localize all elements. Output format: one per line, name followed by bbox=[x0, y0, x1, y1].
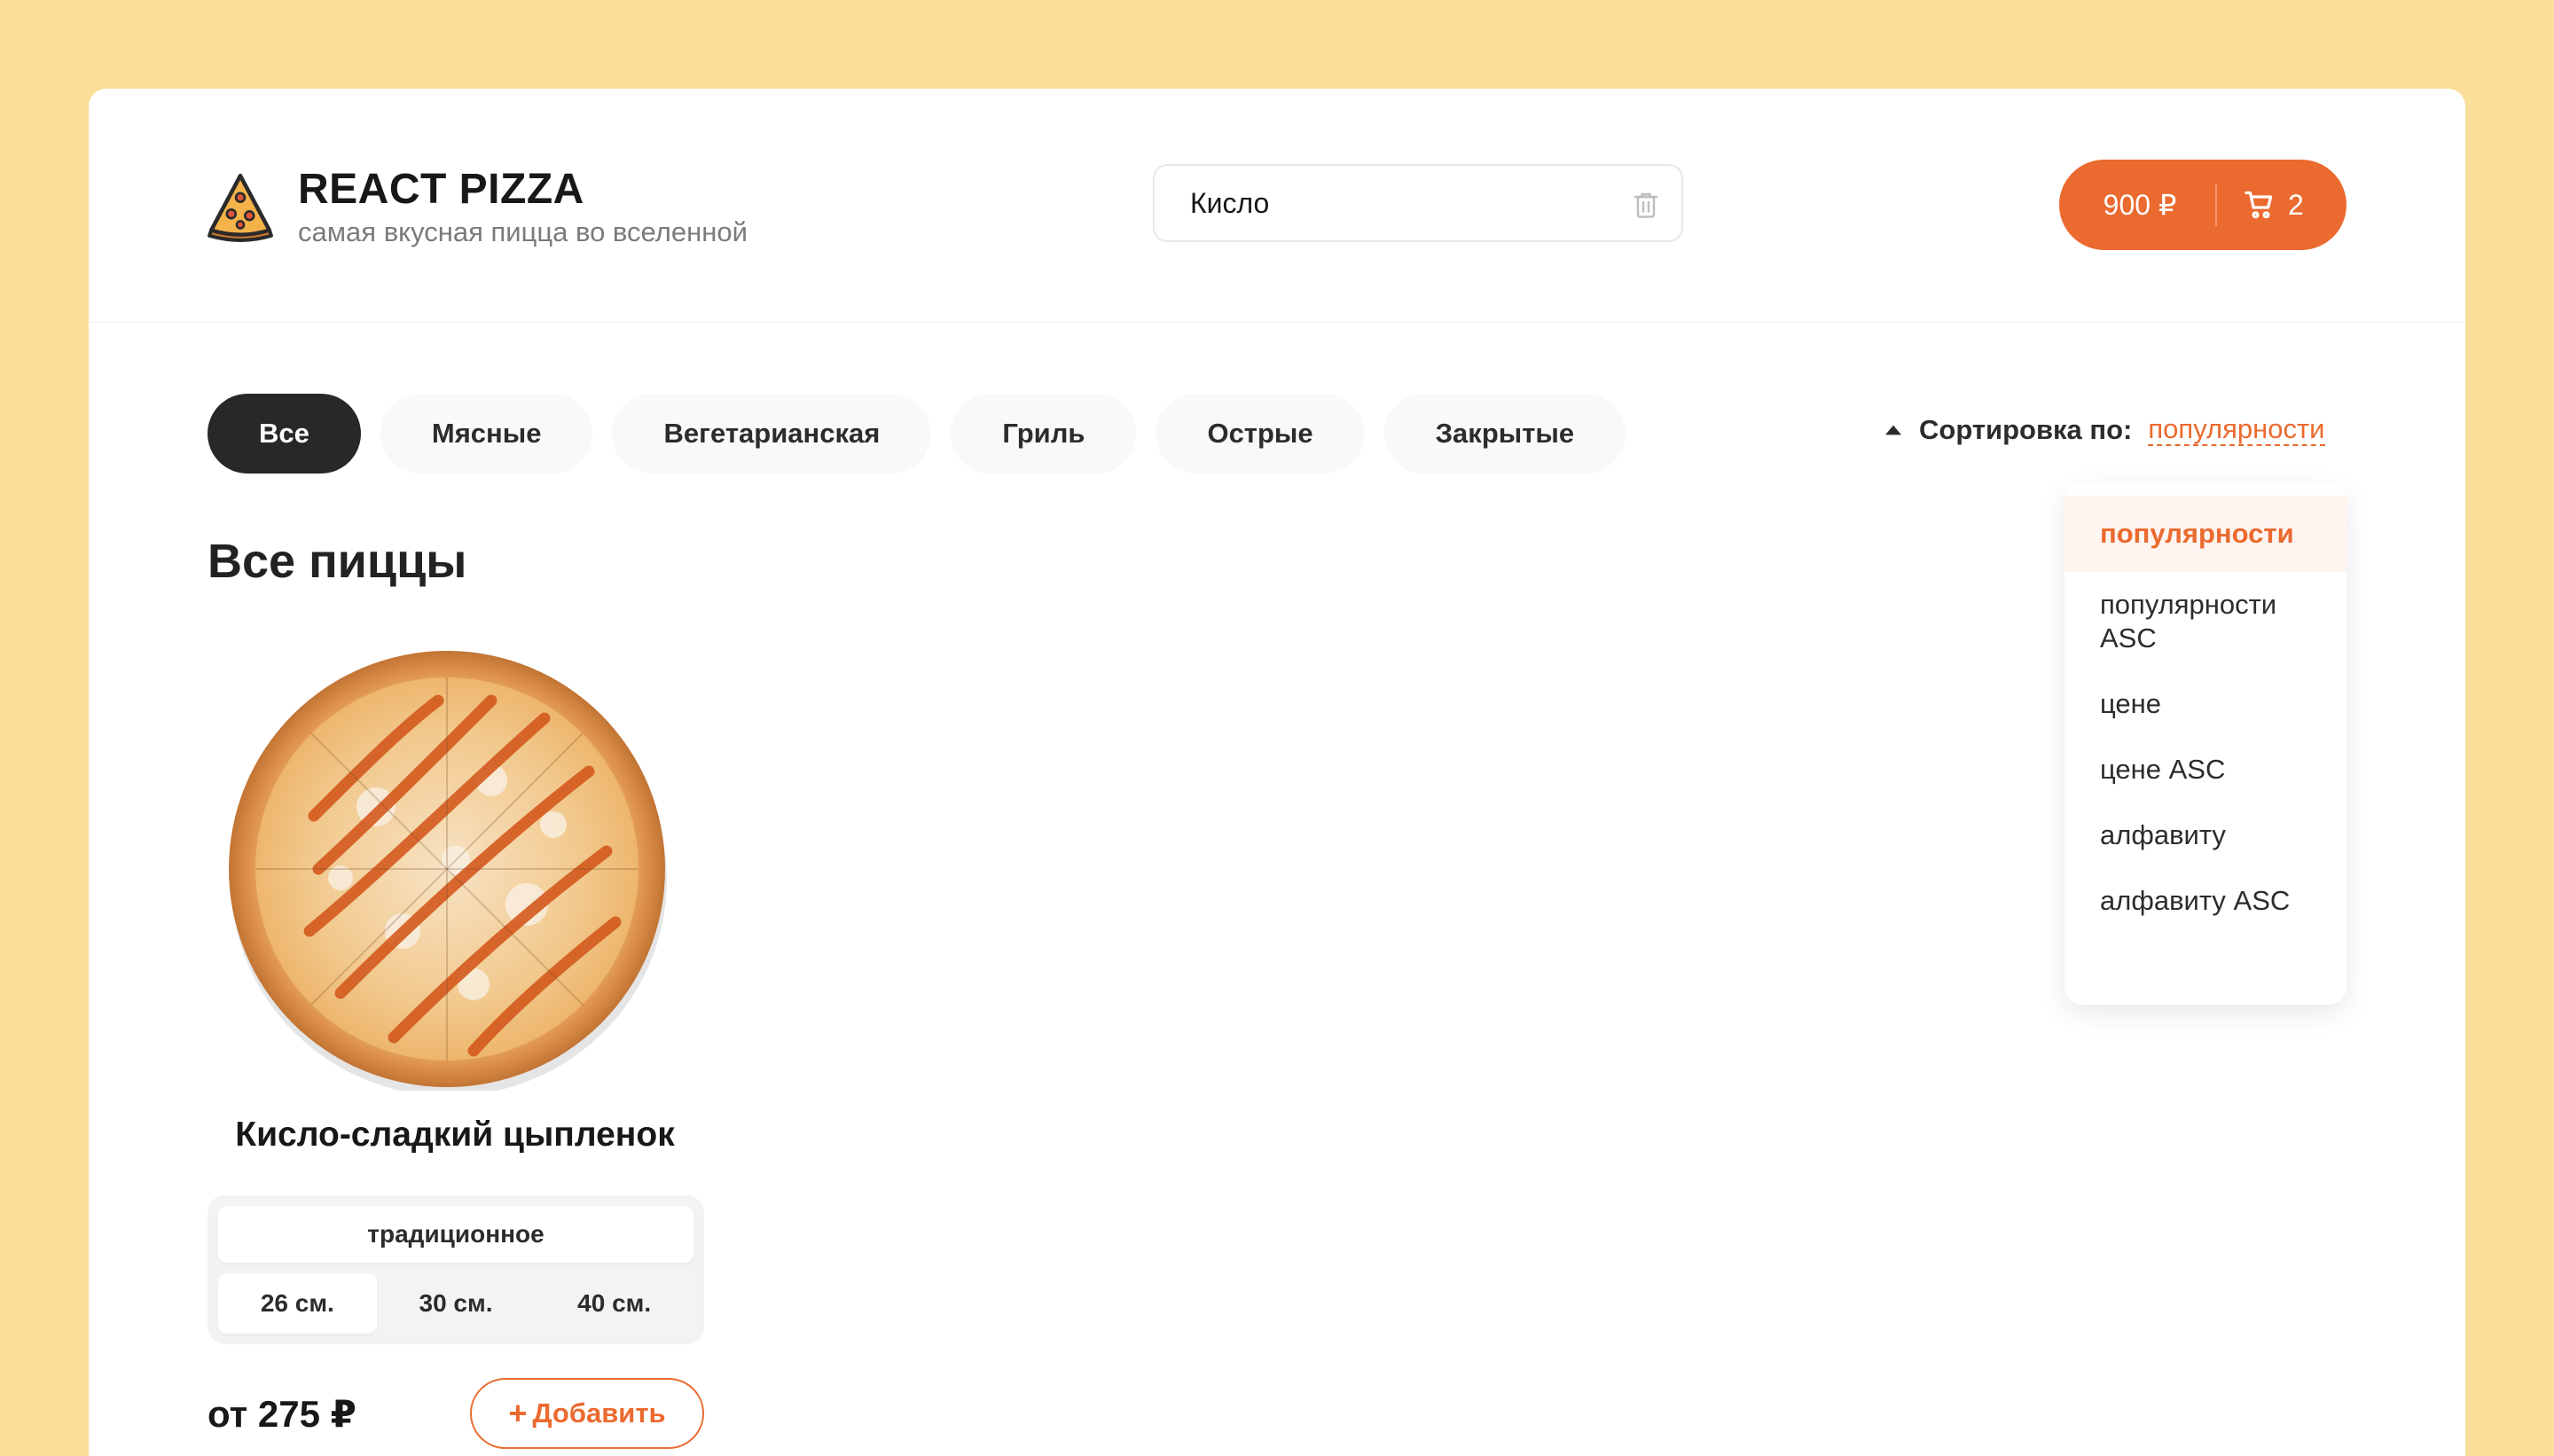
add-button[interactable]: + Добавить bbox=[470, 1378, 704, 1449]
content-title: Все пиццы bbox=[208, 535, 467, 588]
logo[interactable]: REACT PIZZA самая вкусная пицца во вселе… bbox=[204, 165, 748, 248]
pizza-options: традиционное 26 см. 30 см. 40 см. bbox=[208, 1195, 704, 1344]
add-button-label: Добавить bbox=[532, 1397, 666, 1429]
size-26[interactable]: 26 см. bbox=[218, 1273, 377, 1334]
dough-type-traditional[interactable]: традиционное bbox=[218, 1206, 693, 1263]
size-30[interactable]: 30 см. bbox=[377, 1273, 536, 1334]
sort-option-alphabet[interactable]: алфавиту bbox=[2064, 802, 2346, 868]
sort-option-popularity[interactable]: популярности bbox=[2064, 496, 2346, 572]
sort-label: Сортировка по: bbox=[1919, 414, 2133, 445]
cart-count-wrap: 2 bbox=[2244, 189, 2304, 222]
pizza-name: Кисло-сладкий цыпленок bbox=[235, 1115, 675, 1154]
sort-arrow-icon bbox=[1885, 425, 1901, 435]
cart-price: 900 ₽ bbox=[2103, 189, 2177, 221]
header: REACT PIZZA самая вкусная пицца во вселе… bbox=[89, 89, 2465, 323]
plus-icon: + bbox=[508, 1395, 528, 1431]
category-all[interactable]: Все bbox=[208, 394, 361, 474]
size-row: 26 см. 30 см. 40 см. bbox=[218, 1273, 693, 1334]
category-closed[interactable]: Закрытые bbox=[1383, 394, 1626, 474]
cart-divider bbox=[2215, 184, 2217, 226]
sort-option-price-asc[interactable]: цене ASC bbox=[2064, 737, 2346, 802]
pizza-logo-icon bbox=[208, 173, 273, 242]
sort: Сортировка по: популярности bbox=[1885, 414, 2325, 446]
sort-option-price[interactable]: цене bbox=[2064, 671, 2346, 737]
categories: Все Мясные Вегетарианская Гриль Острые З… bbox=[208, 394, 1645, 474]
page-wrapper: REACT PIZZA самая вкусная пицца во вселе… bbox=[89, 89, 2465, 1456]
size-40[interactable]: 40 см. bbox=[535, 1273, 693, 1334]
sort-value[interactable]: популярности bbox=[2148, 414, 2325, 446]
sort-popup: популярности популярности ASC цене цене … bbox=[2064, 481, 2346, 1005]
pizza-image[interactable] bbox=[225, 647, 669, 1091]
cart-icon bbox=[2245, 191, 2273, 219]
dough-type-row: традиционное bbox=[218, 1206, 693, 1263]
search-input[interactable] bbox=[1190, 186, 1598, 220]
search-box bbox=[1153, 164, 1683, 242]
sort-option-popularity-asc[interactable]: популярности ASC bbox=[2064, 572, 2346, 671]
category-vegetarian[interactable]: Вегетарианская bbox=[612, 394, 932, 474]
category-spicy[interactable]: Острые bbox=[1156, 394, 1365, 474]
sort-option-alphabet-asc[interactable]: алфавиту ASC bbox=[2064, 868, 2346, 934]
pizza-price: от 275 ₽ bbox=[208, 1393, 356, 1435]
cart-count: 2 bbox=[2288, 188, 2304, 221]
cart-button[interactable]: 900 ₽ 2 bbox=[2059, 160, 2346, 250]
logo-subtitle: самая вкусная пицца во вселенной bbox=[298, 216, 748, 247]
category-grill[interactable]: Гриль bbox=[951, 394, 1137, 474]
logo-title: REACT PIZZA bbox=[298, 166, 584, 213]
trash-icon[interactable] bbox=[1630, 189, 1662, 221]
category-meat[interactable]: Мясные bbox=[380, 394, 593, 474]
